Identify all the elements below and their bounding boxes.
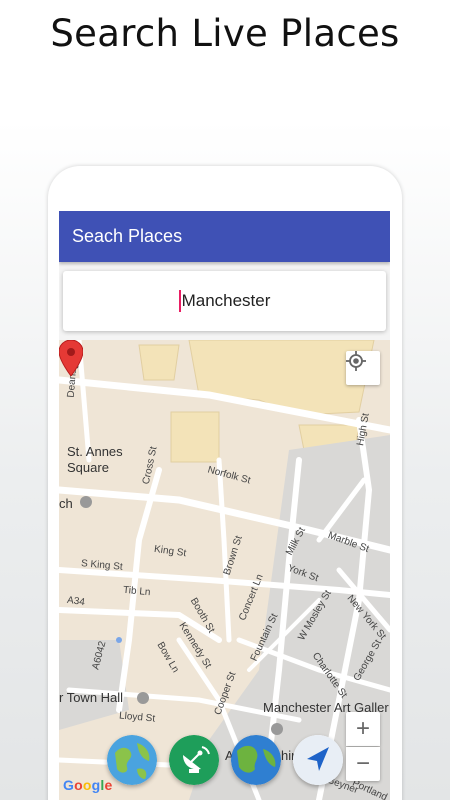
navigation-button[interactable] (293, 735, 343, 785)
map-view[interactable]: Deansgate St. Annes Square ch Cross St N… (59, 340, 390, 800)
app-screen: Seach Places Manchester St. Annes Square… (59, 211, 390, 800)
zoom-out-button[interactable]: − (346, 747, 380, 781)
zoom-in-button[interactable]: + (346, 712, 380, 746)
navigation-arrow-icon (293, 735, 343, 785)
crosshair-icon (346, 351, 366, 371)
satellite-dish-icon (169, 735, 219, 785)
app-bar: Seach Places (59, 211, 390, 262)
label-tib-ln: Tib Ln (122, 584, 151, 599)
headline: Search Live Places (50, 12, 400, 55)
text-caret (178, 290, 181, 312)
world-globe-icon (231, 735, 281, 785)
label-town-hall: r Town Hall (59, 690, 124, 705)
earth-globe-icon (107, 735, 157, 785)
action-button-row (107, 735, 347, 789)
search-value: Manchester (181, 291, 271, 310)
label-a34: A34 (66, 594, 86, 609)
app-bar-title: Seach Places (72, 226, 183, 246)
google-letter: e (104, 777, 113, 793)
world-map-button[interactable] (231, 735, 281, 785)
satellite-dish-button[interactable] (169, 735, 219, 785)
my-location-button[interactable] (346, 351, 380, 385)
label-st-annes-square: St. Annes Square (67, 444, 123, 475)
google-letter: G (63, 777, 75, 793)
google-attribution: Google (63, 777, 112, 793)
google-letter: o (82, 777, 92, 793)
search-input[interactable]: Manchester (63, 271, 386, 331)
label-church: ch (59, 496, 73, 511)
google-letter: o (74, 777, 83, 793)
search-card: Manchester (63, 271, 386, 331)
location-pin-icon[interactable] (59, 340, 83, 376)
earth-globe-button[interactable] (107, 735, 157, 785)
